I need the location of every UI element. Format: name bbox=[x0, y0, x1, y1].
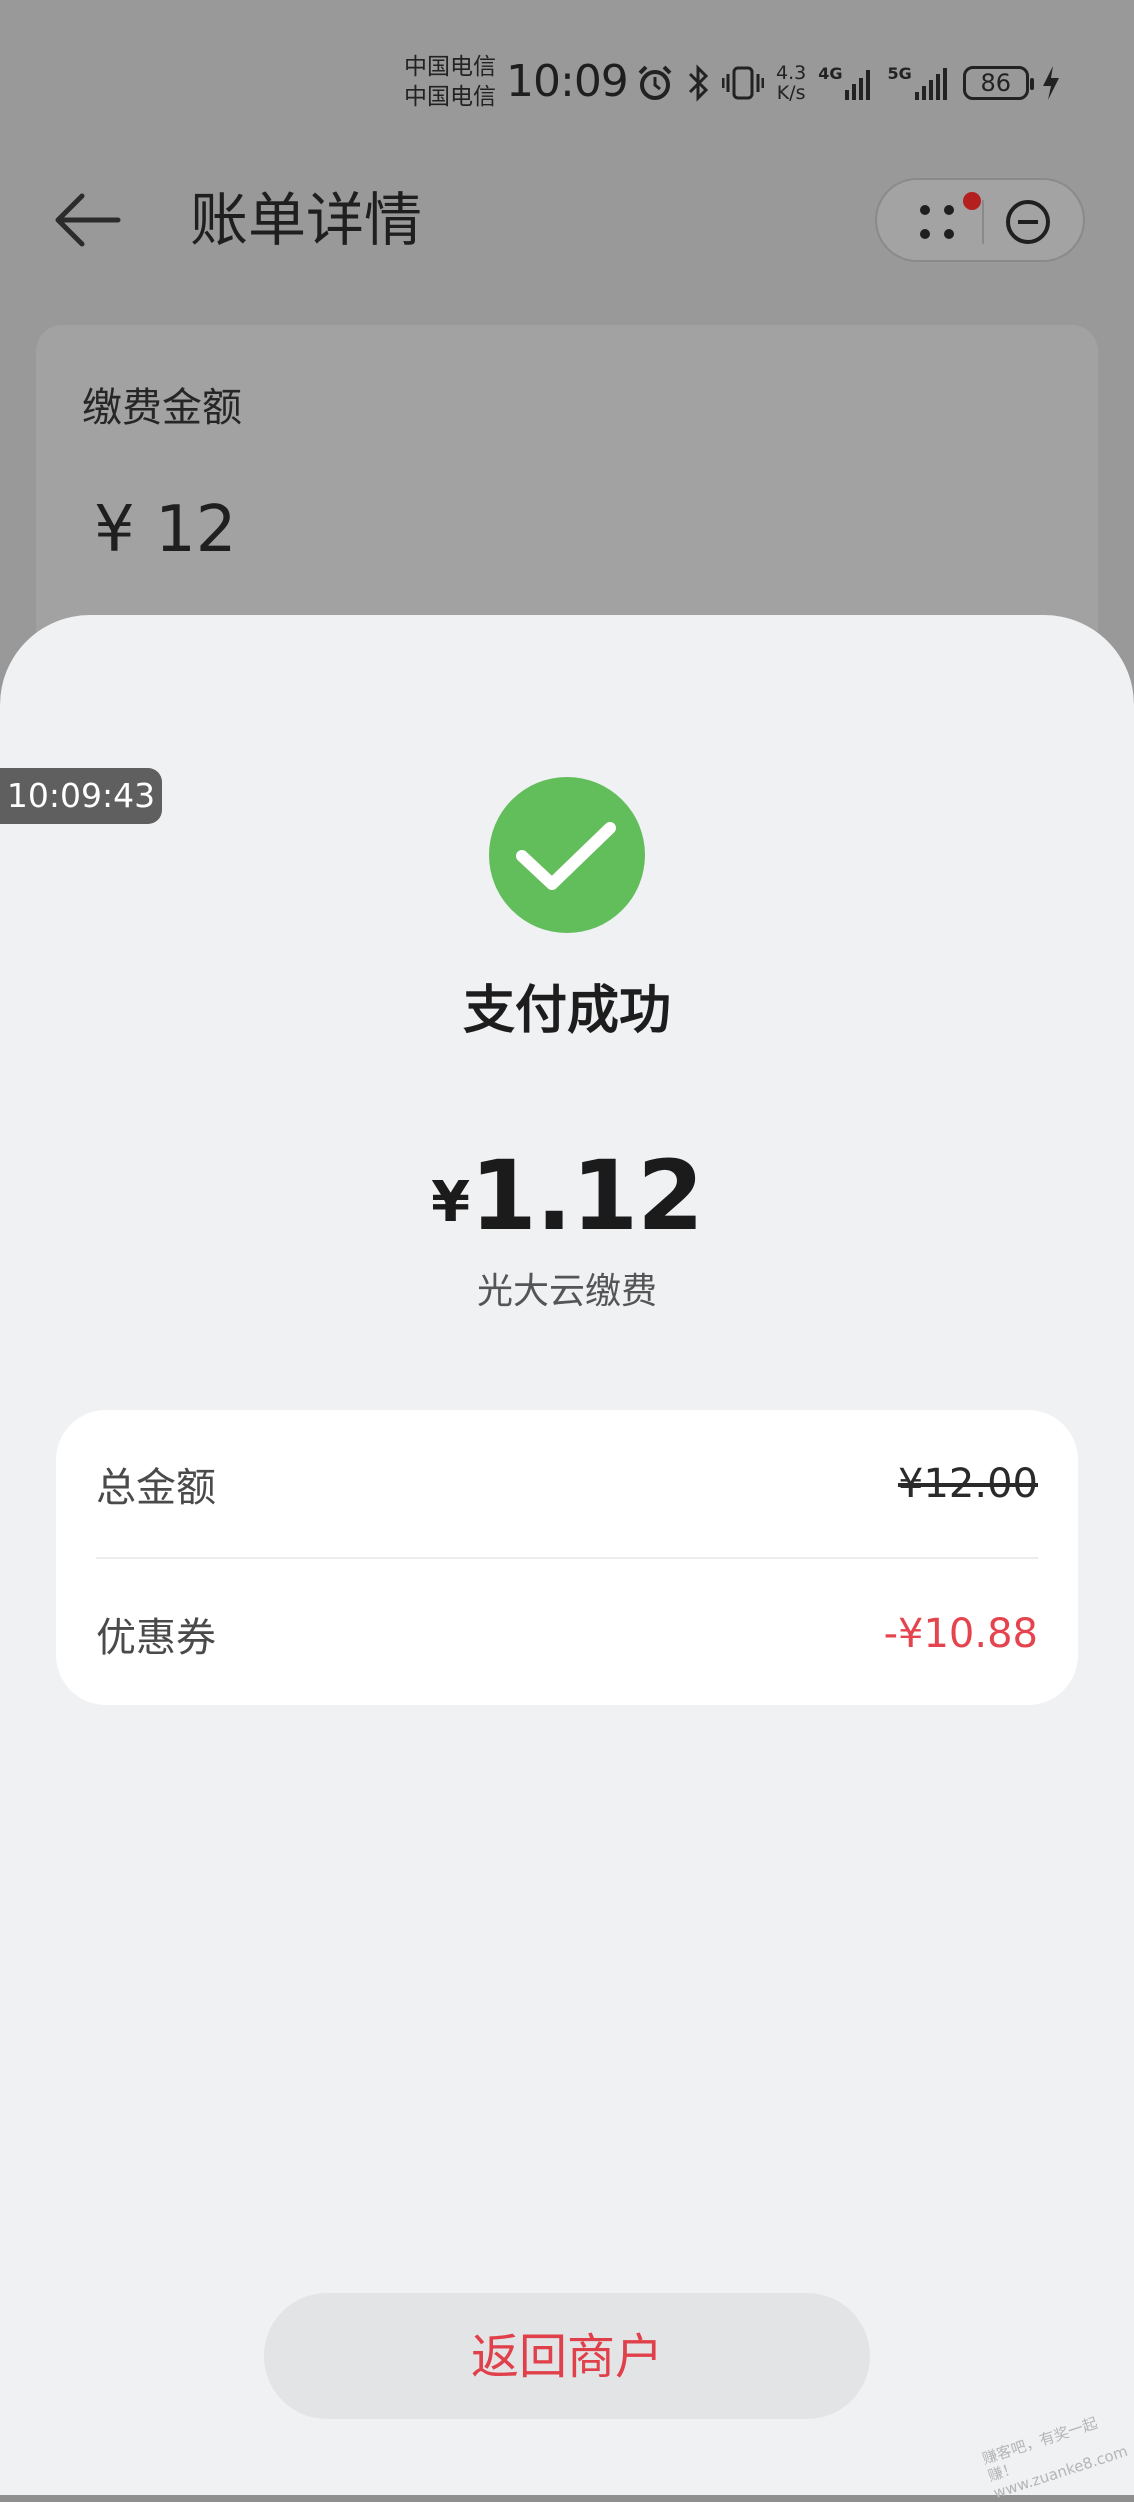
charging-icon bbox=[1042, 66, 1059, 100]
signal-4g-label: 4G bbox=[818, 64, 843, 83]
divider bbox=[96, 1557, 1038, 1559]
paid-currency: ¥ bbox=[431, 1170, 471, 1235]
timestamp-overlay: 10:09:43 bbox=[0, 768, 162, 824]
success-check-icon bbox=[489, 777, 645, 933]
payment-detail-card: 总金额 ¥12.00 优惠券 -¥10.88 bbox=[56, 1410, 1078, 1705]
close-circle-icon[interactable] bbox=[1004, 198, 1052, 246]
signal-icon bbox=[845, 70, 871, 100]
status-bar: 中国电信 中国电信 10:09 4.3 K/s 4G 5G 86 bbox=[0, 0, 1134, 160]
vibrate-icon bbox=[722, 66, 764, 100]
paid-amount: ¥1.12 bbox=[0, 1140, 1134, 1252]
signal-5g-label: 5G bbox=[887, 64, 912, 83]
coupon-value: -¥10.88 bbox=[883, 1611, 1038, 1657]
back-arrow-icon[interactable] bbox=[52, 190, 124, 250]
merchant-name: 光大云缴费 bbox=[476, 1271, 657, 1312]
payment-status: 支付成功 bbox=[462, 981, 671, 1041]
notification-dot bbox=[963, 192, 981, 210]
paid-value: 1.12 bbox=[470, 1140, 704, 1252]
signal-icon bbox=[914, 68, 947, 100]
detail-row-coupon: 优惠券 -¥10.88 bbox=[96, 1564, 1038, 1704]
carrier-line-1: 中国电信 bbox=[404, 54, 496, 80]
status-time: 10:09 bbox=[506, 56, 629, 107]
capsule-divider bbox=[982, 200, 984, 244]
signal-4g: 4G bbox=[818, 66, 875, 100]
total-label: 总金额 bbox=[96, 1465, 216, 1511]
net-speed-value: 4.3 bbox=[776, 62, 807, 84]
battery-icon: 86 bbox=[962, 66, 1034, 100]
net-speed-unit: K/s bbox=[776, 82, 806, 104]
detail-row-total: 总金额 ¥12.00 bbox=[96, 1414, 1038, 1554]
bill-card: 缴费金额 ¥ 12 bbox=[36, 325, 1098, 655]
carrier-info: 中国电信 中国电信 bbox=[404, 52, 496, 112]
signal-5g: 5G bbox=[887, 66, 950, 100]
more-dots-icon[interactable] bbox=[917, 202, 961, 242]
bluetooth-icon bbox=[688, 64, 709, 102]
coupon-label: 优惠券 bbox=[96, 1615, 216, 1661]
alarm-icon bbox=[638, 65, 672, 100]
carrier-line-2: 中国电信 bbox=[404, 84, 496, 110]
mini-program-capsule bbox=[875, 178, 1085, 262]
return-to-merchant-button[interactable]: 返回商户 bbox=[264, 2293, 870, 2419]
total-value: ¥12.00 bbox=[898, 1461, 1038, 1507]
bill-amount-value: ¥ 12 bbox=[94, 493, 237, 567]
net-speed: 4.3 K/s bbox=[776, 63, 806, 103]
bill-amount-label: 缴费金额 bbox=[82, 385, 242, 431]
status-icons: 4.3 K/s 4G 5G 86 bbox=[636, 60, 1061, 106]
page-title: 账单详情 bbox=[190, 186, 423, 254]
